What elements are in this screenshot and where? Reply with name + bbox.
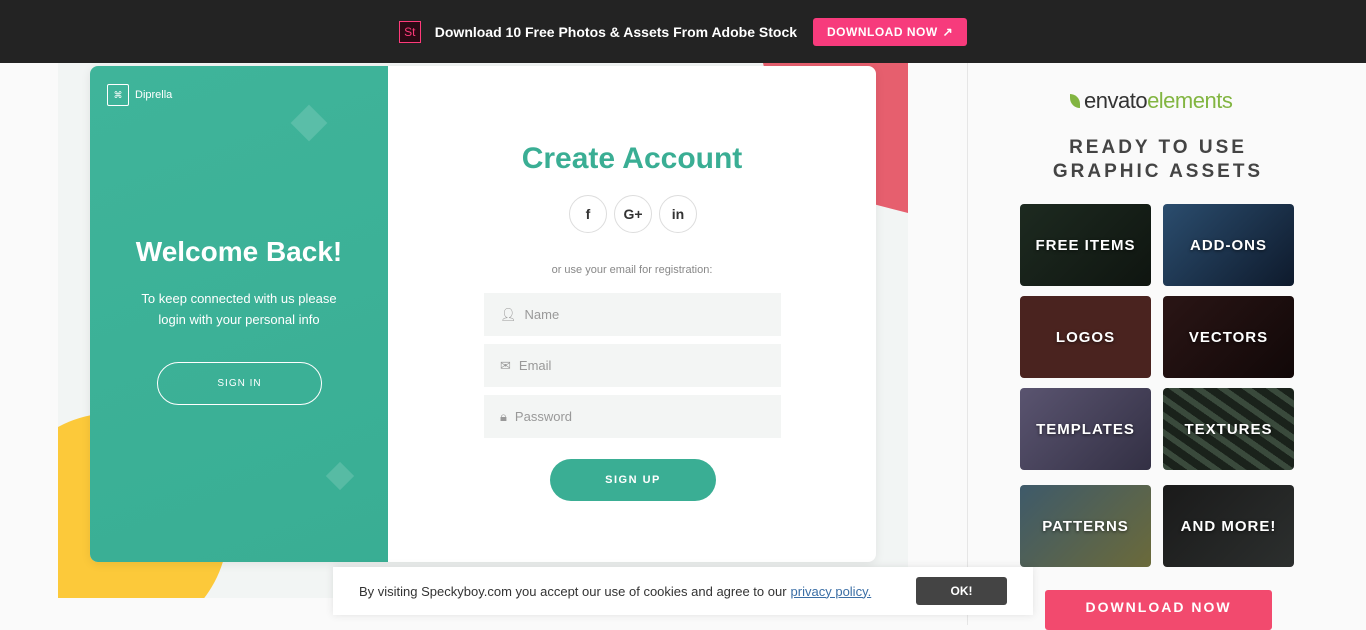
promo-bar: St Download 10 Free Photos & Assets From… (0, 0, 1366, 63)
form-title: Create Account (521, 142, 743, 175)
welcome-panel: ⌘ Diprella Welcome Back! To keep connecte… (90, 66, 388, 562)
mail-icon: ✉ (500, 357, 511, 373)
logo-text-a: envato (1084, 88, 1148, 113)
privacy-policy-link[interactable]: privacy policy. (791, 584, 872, 599)
welcome-text: To keep connected with us please login w… (141, 291, 337, 327)
logo-text-b: elements (1147, 88, 1233, 113)
or-text: or use your email for registration: (551, 264, 713, 276)
linkedin-button[interactable]: in (659, 195, 697, 233)
sidebar-divider (967, 63, 968, 625)
tile-free-items[interactable]: FREE ITEMS (1020, 204, 1151, 286)
tile-logos[interactable]: LOGOS (1020, 296, 1151, 378)
tile-vectors[interactable]: VECTORS (1163, 296, 1294, 378)
cookie-ok-button[interactable]: OK! (916, 577, 1007, 605)
brand-name: Diprella (135, 89, 173, 101)
decor-diamond (325, 461, 355, 491)
cookie-text: By visiting Speckyboy.com you accept our… (359, 583, 787, 599)
social-buttons: f G+ in (569, 195, 697, 233)
user-icon: 👤︎ (500, 306, 517, 322)
external-link-icon: ↗ (942, 24, 954, 39)
diprella-logo-icon: ⌘ (107, 84, 129, 106)
google-plus-button[interactable]: G+ (614, 195, 652, 233)
tile-and-more[interactable]: AND MORE! (1163, 485, 1294, 567)
lock-icon: 🔒︎ (500, 408, 507, 424)
promo-download-label: DOWNLOAD NOW (827, 24, 938, 39)
brand-logo: ⌘ Diprella (107, 84, 172, 106)
tile-patterns[interactable]: PATTERNS (1020, 485, 1151, 567)
email-input[interactable]: ✉ Email (484, 344, 781, 387)
sidebar-download-button[interactable]: DOWNLOAD NOW (1045, 590, 1272, 630)
name-placeholder: Name (524, 307, 560, 322)
headline-line-1: READY TO USE (1069, 137, 1247, 158)
email-placeholder: Email (518, 358, 552, 373)
adobe-stock-logo: St (398, 20, 421, 43)
password-input[interactable]: 🔒︎ Password (484, 395, 781, 438)
tile-templates[interactable]: TEMPLATES (1020, 388, 1151, 470)
tile-textures[interactable]: TEXTURES (1163, 388, 1294, 470)
welcome-title: Welcome Back! (135, 236, 343, 267)
headline-line-2: GRAPHIC ASSETS (1052, 161, 1264, 182)
envato-elements-logo[interactable]: envato elements (1070, 88, 1233, 114)
sidebar-headline: READY TO USE GRAPHIC ASSETS (1020, 136, 1296, 184)
facebook-button[interactable]: f (569, 195, 607, 233)
promo-message: Download 10 Free Photos & Assets From Ad… (434, 23, 798, 40)
signup-card: ⌘ Diprella Welcome Back! To keep connecte… (90, 66, 876, 562)
create-account-form: Create Account f G+ in or use your email… (388, 66, 876, 562)
sign-up-button[interactable]: SIGN UP (550, 459, 716, 501)
promo-download-button[interactable]: DOWNLOAD NOW ↗ (813, 17, 968, 46)
cookie-banner: By visiting Speckyboy.com you accept our… (333, 567, 1033, 615)
name-input[interactable]: 👤︎ Name (484, 293, 781, 336)
envato-leaf-icon (1070, 94, 1080, 108)
tile-add-ons[interactable]: ADD-ONS (1163, 204, 1294, 286)
decor-diamond (290, 104, 328, 142)
password-placeholder: Password (514, 409, 572, 424)
sign-in-button[interactable]: SIGN IN (157, 362, 322, 405)
